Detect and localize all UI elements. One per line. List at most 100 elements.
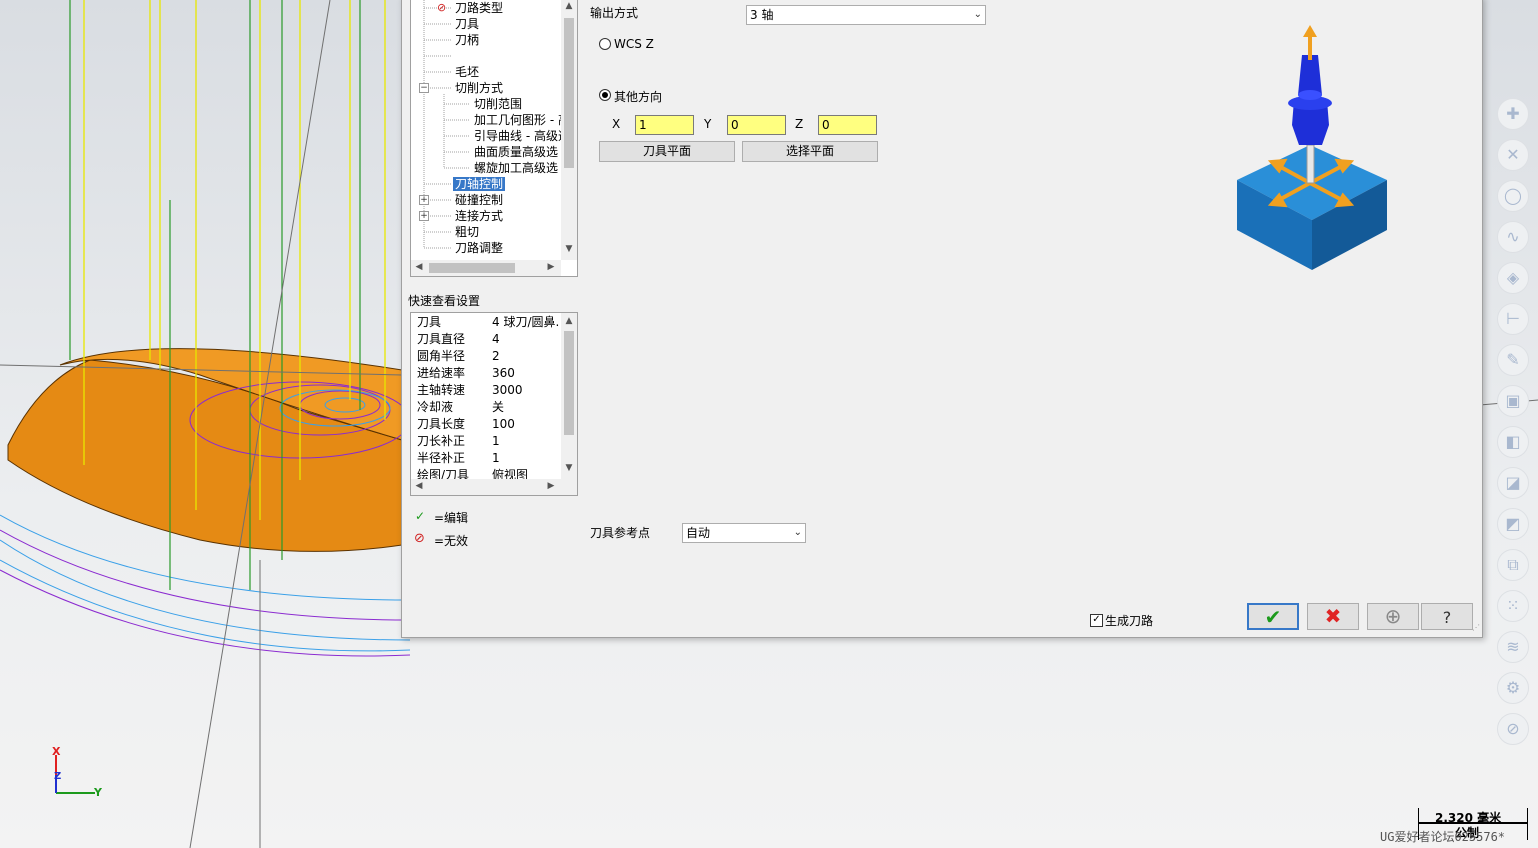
- output-select[interactable]: 3 轴 ⌄: [746, 5, 986, 25]
- toolpath-dialog: ⊘ 刀路类型 刀具 刀柄 毛坯 − 切削方式 切削范围 加工几何图形 - 高 引…: [401, 0, 1483, 638]
- axis-triad: X Z Y: [50, 745, 110, 800]
- prohibit-icon[interactable]: ⊘: [1497, 713, 1529, 745]
- plus-circle-icon: ⊕: [1384, 604, 1402, 628]
- scroll-down-icon[interactable]: ▼: [561, 244, 577, 254]
- quick-view-table[interactable]: 刀具 4 球刀/圆鼻. 刀具直径 4 圆角半径 2 进给速率 360 主轴转速 3000 …: [410, 312, 578, 496]
- help-button[interactable]: ?: [1421, 603, 1473, 630]
- invalid-icon: ⊘: [414, 531, 425, 546]
- other-direction-radio[interactable]: [599, 89, 611, 101]
- table-row: 圆角半径 2: [417, 349, 500, 363]
- tree-item-guide-curve[interactable]: 引导曲线 - 高级选: [474, 128, 570, 144]
- axis-x-label: X: [52, 745, 61, 758]
- scroll-left-icon[interactable]: ◀: [411, 481, 427, 491]
- help-icon: ?: [1442, 608, 1452, 627]
- tree-item-spiral[interactable]: 螺旋加工高级选: [474, 160, 558, 176]
- reference-select[interactable]: 自动 ⌄: [682, 523, 806, 543]
- scroll-right-icon[interactable]: ▶: [543, 262, 559, 272]
- scroll-thumb[interactable]: [564, 18, 574, 168]
- x-input[interactable]: 1: [635, 115, 694, 135]
- tree-item-geometry[interactable]: 加工几何图形 - 高: [474, 112, 570, 128]
- collapse-icon[interactable]: −: [419, 83, 429, 93]
- edit-legend: =编辑: [434, 511, 469, 525]
- expand-icon[interactable]: +: [419, 211, 429, 221]
- tree-item-cut-range[interactable]: 切削范围: [474, 96, 522, 112]
- axis-z-label: Z: [54, 771, 62, 782]
- wcs-z-label: WCS Z: [614, 37, 654, 51]
- tree-item-tool[interactable]: 刀具: [455, 16, 479, 32]
- table-row: 进给速率 360: [417, 366, 515, 380]
- tree-item-holder[interactable]: 刀柄: [455, 32, 479, 48]
- measure-icon[interactable]: ✎: [1497, 344, 1529, 376]
- ok-button[interactable]: ✔: [1247, 603, 1299, 630]
- tree-item-roughing[interactable]: 粗切: [455, 224, 479, 240]
- expand-icon[interactable]: +: [419, 195, 429, 205]
- layers-icon[interactable]: ⧉: [1497, 549, 1529, 581]
- tree-item-toolpath-adjust[interactable]: 刀路调整: [455, 240, 503, 256]
- tree-item-toolpath-type[interactable]: 刀路类型: [455, 0, 503, 16]
- tree-item-stock[interactable]: 毛坯: [455, 64, 479, 80]
- add-icon[interactable]: ✚: [1497, 98, 1529, 130]
- table-row: 刀具直径 4: [417, 332, 500, 346]
- scroll-right-icon[interactable]: ▶: [543, 481, 559, 491]
- solid-icon[interactable]: ▣: [1497, 385, 1529, 417]
- watermark: UG爱好者论坛025576*: [1380, 830, 1506, 844]
- box-icon[interactable]: ◧: [1497, 426, 1529, 458]
- tree-vscrollbar[interactable]: ▲ ▼: [561, 0, 577, 260]
- quick-view-hscrollbar[interactable]: ◀ ▶: [411, 479, 577, 495]
- tree-item-tool-axis-control[interactable]: 刀轴控制: [451, 176, 507, 192]
- cancel-button[interactable]: ✖: [1307, 603, 1359, 630]
- gear-icon[interactable]: ⚙: [1497, 672, 1529, 704]
- parameter-tree[interactable]: ⊘ 刀路类型 刀具 刀柄 毛坯 − 切削方式 切削范围 加工几何图形 - 高 引…: [410, 0, 578, 277]
- point-icon[interactable]: ✕: [1497, 139, 1529, 171]
- curve-icon[interactable]: ∿: [1497, 221, 1529, 253]
- scroll-thumb[interactable]: [429, 263, 515, 273]
- y-label: Y: [704, 117, 712, 131]
- stack-icon[interactable]: ≋: [1497, 631, 1529, 663]
- output-label: 输出方式: [590, 6, 639, 20]
- z-input[interactable]: 0: [818, 115, 877, 135]
- scroll-down-icon[interactable]: ▼: [561, 463, 577, 473]
- table-row: 刀具长度 100: [417, 417, 515, 431]
- invalid-icon: ⊘: [437, 1, 447, 14]
- tool-plane-button[interactable]: 刀具平面: [599, 141, 735, 162]
- chevron-down-icon: ⌄: [793, 527, 802, 538]
- invalid-legend: =无效: [434, 534, 469, 548]
- tree-item-surface-quality[interactable]: 曲面质量高级选: [474, 144, 558, 160]
- table-row: 冷却液关: [417, 400, 505, 414]
- table-row: 主轴转速 3000: [417, 383, 523, 397]
- x-label: X: [612, 117, 621, 131]
- grid-icon[interactable]: ⁙: [1497, 590, 1529, 622]
- tool-axis-illustration: [1237, 25, 1387, 270]
- transform-icon[interactable]: ◪: [1497, 467, 1529, 499]
- dimension-icon[interactable]: ⊢: [1497, 303, 1529, 335]
- z-label: Z: [795, 117, 804, 131]
- scroll-up-icon[interactable]: ▲: [561, 1, 577, 11]
- apply-button[interactable]: ⊕: [1367, 603, 1419, 630]
- select-plane-button[interactable]: 选择平面: [742, 141, 878, 162]
- generate-label: 生成刀路: [1105, 614, 1154, 628]
- tree-item-linking[interactable]: 连接方式: [455, 208, 503, 224]
- wcs-z-radio[interactable]: [599, 38, 611, 50]
- tree-hscrollbar[interactable]: ◀ ▶: [411, 260, 561, 276]
- generate-checkbox[interactable]: ✓: [1090, 614, 1103, 627]
- circle-icon[interactable]: ◯: [1497, 180, 1529, 212]
- tree-item-cut-pattern[interactable]: 切削方式: [455, 80, 503, 96]
- resize-grip-icon[interactable]: ⋰: [1472, 623, 1480, 632]
- tree-item-collision[interactable]: 碰撞控制: [455, 192, 503, 208]
- table-row: 刀具 4 球刀/圆鼻.: [417, 315, 560, 329]
- surface-icon[interactable]: ◈: [1497, 262, 1529, 294]
- quick-view-title: 快速查看设置: [408, 294, 481, 308]
- other-direction-label: 其他方向: [614, 90, 663, 104]
- quick-view-vscrollbar[interactable]: ▲ ▼: [561, 313, 577, 479]
- axis-y-label: Y: [94, 786, 102, 799]
- check-icon: ✓: [415, 509, 426, 523]
- transform2-icon[interactable]: ◩: [1497, 508, 1529, 540]
- close-icon: ✖: [1324, 604, 1342, 628]
- chevron-down-icon: ⌄: [973, 9, 982, 20]
- check-icon: ✔: [1264, 605, 1282, 629]
- scroll-up-icon[interactable]: ▲: [561, 316, 577, 326]
- scroll-thumb[interactable]: [564, 331, 574, 435]
- scroll-left-icon[interactable]: ◀: [411, 262, 427, 272]
- y-input[interactable]: 0: [727, 115, 786, 135]
- table-row: 刀长补正 1: [417, 434, 500, 448]
